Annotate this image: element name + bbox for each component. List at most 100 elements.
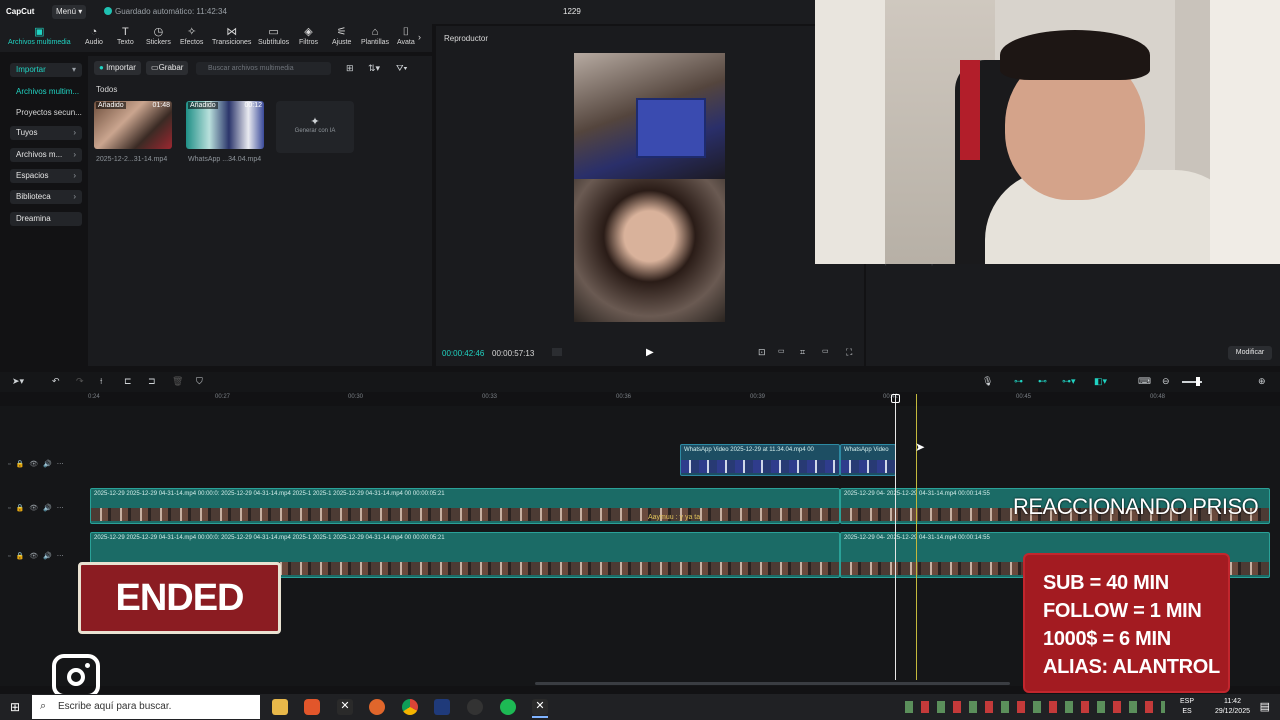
media-icon: ▣ <box>34 26 45 38</box>
clip-whatsapp[interactable]: WhatsApp Video <box>840 444 896 476</box>
tab-text[interactable]: T Texto <box>117 26 134 46</box>
tab-templates[interactable]: ⌂ Plantillas <box>361 26 389 46</box>
redo-icon[interactable]: ↷ <box>76 376 84 387</box>
play-icon[interactable]: ▶ <box>646 347 654 358</box>
magnet-icon[interactable]: ⊶ <box>1014 376 1023 387</box>
taskbar-search[interactable]: Escribe aquí para buscar. <box>32 695 260 719</box>
filter-icon[interactable]: ⛛▾ <box>396 63 407 74</box>
snap-icon[interactable]: ⊶▾ <box>1062 376 1076 387</box>
tab-subtitles[interactable]: ▭ Subtítulos <box>258 26 289 46</box>
playhead-handle[interactable] <box>891 394 900 403</box>
notifications-icon[interactable]: ▤ <box>1260 700 1270 713</box>
track-controls[interactable]: ▫🔒👁🔊⋯ <box>8 460 69 468</box>
brave-icon[interactable] <box>304 699 320 715</box>
system-tray-icons[interactable] <box>905 701 1165 713</box>
capcut-icon[interactable]: ✕ <box>532 699 548 715</box>
phone-shape <box>636 98 706 158</box>
autosave-status: Guardado automático: 11:42:34 <box>104 7 227 16</box>
sidebar-item-archivos-m[interactable]: Archivos m... › <box>10 148 82 162</box>
sidebar-item-importar[interactable]: Importar ▾ <box>10 63 82 77</box>
tab-filters[interactable]: ◈ Filtros <box>299 26 318 46</box>
obs-icon[interactable] <box>467 699 483 715</box>
toolbar-more-chevron-icon[interactable]: › <box>418 32 421 42</box>
zoom-out-icon[interactable]: ⊖ <box>1162 376 1170 387</box>
chevron-right-icon: › <box>73 192 76 201</box>
microphone-icon[interactable]: 🎙 <box>982 376 993 387</box>
media-search-input[interactable]: Buscar archivos multimedia <box>196 62 331 75</box>
system-clock[interactable]: 11:42 29/12/2025 <box>1215 697 1250 717</box>
mouse-cursor-icon: ➤ <box>915 440 926 454</box>
clip-whatsapp[interactable]: WhatsApp Video 2025-12-29 at 11.34.04.mp… <box>680 444 840 476</box>
caption-icon[interactable]: ⌨ <box>1138 376 1151 387</box>
import-button[interactable]: ● Importar <box>94 61 141 75</box>
split-left-icon[interactable]: ⊏ <box>124 376 132 387</box>
tab-stickers[interactable]: ◷ Stickers <box>146 26 171 46</box>
generate-ai-button[interactable]: ✦ Generar con IA <box>276 101 354 153</box>
select-tool-icon[interactable]: ➤▾ <box>12 376 24 387</box>
app-logo: CapCut <box>6 7 35 16</box>
shield-icon[interactable]: ⛉ <box>196 376 203 387</box>
playhead[interactable] <box>895 394 896 680</box>
sticker-icon: ◷ <box>153 26 164 38</box>
tab-transitions[interactable]: ⋈ Transiciones <box>212 26 251 46</box>
tab-avatars[interactable]: ⌷ Avata <box>397 26 415 46</box>
preview-axis-icon[interactable]: ◧▾ <box>1094 376 1107 387</box>
main-toolbar: ▣ Archivos multimedia ◔ Audio T Texto ◷ Stic… <box>0 24 432 52</box>
delete-icon[interactable]: 🗑 <box>172 376 183 387</box>
link-icon[interactable]: ⊷ <box>1038 376 1047 387</box>
media-item[interactable]: Añadido 01:48 <box>94 101 172 149</box>
aspect-icon[interactable]: ▭ <box>822 347 829 355</box>
sidebar-item-espacios[interactable]: Espacios › <box>10 169 82 183</box>
split-icon[interactable]: ⟊ <box>100 376 102 387</box>
modify-button[interactable]: Modificar <box>1228 346 1272 360</box>
media-item-name: WhatsApp ...34.04.mp4 <box>188 156 262 163</box>
split-right-icon[interactable]: ⊐ <box>148 376 156 387</box>
sort-icon[interactable]: ⇅▾ <box>368 63 380 74</box>
spotify-icon[interactable] <box>500 699 516 715</box>
text-icon: T <box>122 26 129 38</box>
crop-icon[interactable]: ⌗ <box>800 347 805 358</box>
sidebar-item-biblioteca[interactable]: Biblioteca › <box>10 190 82 204</box>
track-controls[interactable]: ▫🔒👁🔊⋯ <box>8 504 69 512</box>
language-indicator[interactable]: ESP ES <box>1180 697 1194 717</box>
active-app-indicator <box>532 716 548 718</box>
sidebar-item-dreamina[interactable]: Dreamina <box>10 212 82 226</box>
zoom-in-icon[interactable]: ⊕ <box>1258 376 1266 387</box>
capcut-icon[interactable]: ✕ <box>337 699 353 715</box>
record-icon: ▭ <box>151 63 159 72</box>
sparkle-icon: ✦ <box>310 116 320 128</box>
subtitles-icon: ▭ <box>268 26 279 38</box>
tab-effects[interactable]: ✧ Efectos <box>180 26 203 46</box>
track-controls[interactable]: ▫🔒👁🔊⋯ <box>8 552 69 560</box>
chrome-icon[interactable] <box>402 699 418 715</box>
league-icon[interactable] <box>434 699 450 715</box>
chevron-right-icon: › <box>73 150 76 159</box>
firefox-icon[interactable] <box>369 699 385 715</box>
zoom-slider-handle[interactable] <box>1196 377 1200 386</box>
ruler-tick: 0:24 <box>88 394 100 400</box>
preview-video[interactable] <box>574 53 725 322</box>
undo-icon[interactable]: ↶ <box>52 376 60 387</box>
media-item[interactable]: Añadido 00:12 <box>186 101 264 149</box>
sidebar-item-archivos[interactable]: Archivos multim... <box>16 87 79 96</box>
ruler-tick: 00:39 <box>750 394 766 400</box>
effects-icon: ✧ <box>187 26 197 38</box>
tab-media[interactable]: ▣ Archivos multimedia <box>8 26 71 46</box>
player-panel: Reproductor 00:00:42:46 00:00:57:13 ▶ ⊡ … <box>436 26 864 366</box>
clip-main[interactable]: 2025-12-29 2025-12-29 04-31-14.mp4 00:00… <box>90 488 840 524</box>
sidebar-item-tuyos[interactable]: Tuyos › <box>10 126 82 140</box>
windows-start-icon[interactable]: ⊞ <box>10 700 20 714</box>
timeline-scrollbar[interactable] <box>535 682 1010 685</box>
section-title: Todos <box>96 85 118 94</box>
quality-icon[interactable]: ▭ <box>778 347 785 355</box>
tab-adjust[interactable]: ⚟ Ajuste <box>332 26 351 46</box>
timeline-ruler[interactable]: 0:24 00:27 00:30 00:33 00:36 00:39 00:42… <box>88 394 1280 406</box>
fullscreen-icon[interactable]: ⛶ <box>846 347 852 358</box>
menu-button[interactable]: Menú ▾ <box>52 5 86 19</box>
file-explorer-icon[interactable] <box>272 699 288 715</box>
sidebar-item-proyectos[interactable]: Proyectos secun... <box>16 108 82 117</box>
ratio-icon[interactable]: ⊡ <box>758 347 766 358</box>
record-button[interactable]: ▭Grabar <box>146 61 189 75</box>
grid-view-icon[interactable]: ⊞ <box>346 63 354 74</box>
tab-audio[interactable]: ◔ Audio <box>85 26 103 46</box>
